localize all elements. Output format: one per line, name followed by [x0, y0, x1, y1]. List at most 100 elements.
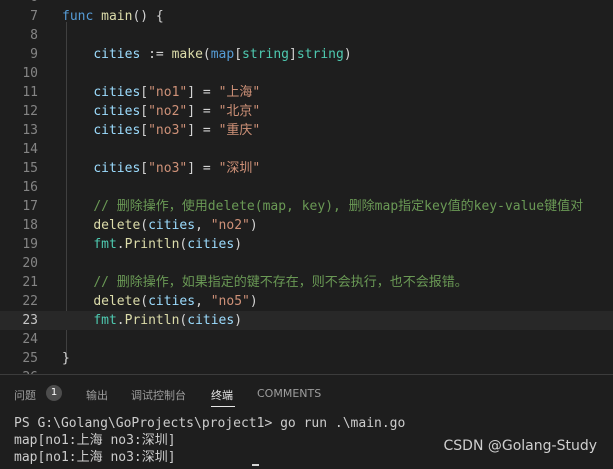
code-token: "上海" — [218, 85, 261, 100]
line-number: 11 — [22, 85, 38, 100]
tab-terminal[interactable]: 终端 — [211, 387, 233, 403]
code-token: ] — [289, 47, 297, 62]
code-line[interactable]: 18 delete(cities, "no2") — [0, 216, 613, 235]
line-number: 6 — [0, 0, 38, 7]
code-line[interactable]: 17 // 删除操作，使用delete(map, key), 删除map指定ke… — [0, 197, 613, 216]
line-number: 10 — [22, 66, 38, 81]
line-code: } — [62, 349, 70, 368]
line-number: 15 — [22, 161, 38, 176]
bottom-panel: 问题 1 输出 调试控制台 终端 COMMENTS PS G:\Golang\G… — [0, 374, 613, 469]
code-token: cities — [93, 161, 141, 176]
code-token: ) — [234, 313, 243, 328]
code-line[interactable]: 14 — [0, 140, 613, 159]
code-token: "北京" — [218, 104, 261, 119]
code-token: cities — [93, 47, 141, 62]
code-token: } — [62, 351, 70, 366]
code-line[interactable]: 20 — [0, 254, 613, 273]
line-number: 24 — [22, 332, 38, 347]
code-line[interactable]: 23 fmt.Println(cities) — [0, 311, 613, 330]
code-token: [ — [140, 104, 149, 119]
line-code: cities := make(map[string]string) — [62, 45, 352, 64]
code-token: main — [101, 9, 133, 24]
line-number: 21 — [22, 275, 38, 290]
code-token: cities — [93, 123, 141, 138]
code-line[interactable]: 22 delete(cities, "no5") — [0, 292, 613, 311]
terminal-output-line-1: map[no1:上海 no3:深圳] — [14, 433, 176, 448]
code-line[interactable]: 13 cities["no3"] = "重庆" — [0, 121, 613, 140]
code-line[interactable]: 24 — [0, 330, 613, 349]
code-token: cities — [148, 218, 196, 233]
terminal-command: go run .\main.go — [280, 416, 406, 431]
code-token: "no5" — [210, 294, 250, 309]
tab-problems[interactable]: 问题 — [14, 387, 36, 403]
code-token: [ — [140, 85, 149, 100]
line-code: // 删除操作，使用delete(map, key), 删除map指定key值的… — [62, 197, 583, 216]
code-token: ] = — [187, 104, 219, 119]
line-number: 7 — [30, 9, 38, 24]
code-line[interactable]: 8 — [0, 26, 613, 45]
line-code: cities["no3"] = "重庆" — [62, 121, 260, 140]
code-line[interactable]: 25} — [0, 349, 613, 368]
code-token: . — [116, 237, 125, 252]
line-number: 8 — [30, 28, 38, 43]
code-token: "no3" — [148, 123, 188, 138]
code-line[interactable]: 21 // 删除操作，如果指定的键不存在，则不会执行，也不会报错。 — [0, 273, 613, 292]
line-code: cities["no3"] = "深圳" — [62, 159, 260, 178]
code-editor[interactable]: 6 7 func main() { 8 9 cities := make(map[str… — [0, 0, 613, 374]
line-number: 14 — [22, 142, 38, 157]
tab-output[interactable]: 输出 — [86, 387, 108, 403]
code-token: delete — [93, 218, 141, 233]
code-token: "no2" — [148, 104, 188, 119]
line-number: 19 — [22, 237, 38, 252]
code-token: "深圳" — [218, 161, 261, 176]
terminal-command-line[interactable]: PS G:\Golang\GoProjects\project1> go run… — [14, 415, 405, 433]
terminal-prompt: PS G:\Golang\GoProjects\project1> — [14, 416, 281, 431]
line-code: delete(cities, "no5") — [62, 292, 257, 311]
code-token: cities — [187, 313, 235, 328]
code-token: ) — [343, 47, 352, 62]
line-code: fmt.Println(cities) — [62, 311, 242, 330]
line-code: // 删除操作，如果指定的键不存在，则不会执行，也不会报错。 — [62, 273, 468, 292]
tab-comments[interactable]: COMMENTS — [257, 387, 321, 400]
code-line[interactable]: 10 — [0, 64, 613, 83]
code-token: := — [140, 47, 172, 62]
code-token: cities — [187, 237, 235, 252]
tab-debug-console[interactable]: 调试控制台 — [131, 387, 186, 403]
line-code: func main() { — [62, 7, 164, 26]
code-token: "no3" — [148, 161, 188, 176]
line-number: 23 — [22, 313, 38, 328]
code-line[interactable]: 12 cities["no2"] = "北京" — [0, 102, 613, 121]
code-line[interactable]: 15 cities["no3"] = "深圳" — [0, 159, 613, 178]
line-number: 9 — [30, 47, 38, 62]
code-line[interactable]: 9 cities := make(map[string]string) — [0, 45, 613, 64]
code-line[interactable]: 11 cities["no1"] = "上海" — [0, 83, 613, 102]
code-token: "no1" — [148, 85, 188, 100]
terminal-output-line-2: map[no1:上海 no3:深圳] — [14, 450, 176, 465]
code-line[interactable]: 19 fmt.Println(cities) — [0, 235, 613, 254]
code-token: [ — [140, 161, 149, 176]
code-token: cities — [93, 104, 141, 119]
code-token: ( — [202, 47, 211, 62]
line-number: 12 — [22, 104, 38, 119]
code-line[interactable]: 16 — [0, 178, 613, 197]
code-token: ] = — [187, 85, 219, 100]
code-line[interactable]: 7 func main() { — [0, 7, 613, 26]
code-token: // 删除操作，如果指定的键不存在，则不会执行，也不会报错。 — [93, 275, 468, 290]
line-number: 16 — [22, 180, 38, 195]
line-code: fmt.Println(cities) — [62, 235, 242, 254]
code-token: make — [171, 47, 203, 62]
code-token: . — [116, 313, 125, 328]
line-code: cities["no1"] = "上海" — [62, 83, 260, 102]
code-line[interactable]: 6 — [0, 0, 613, 7]
code-token: "重庆" — [218, 123, 261, 138]
code-token: ( — [140, 218, 149, 233]
code-token: cities — [148, 294, 196, 309]
code-token: map — [210, 47, 235, 62]
